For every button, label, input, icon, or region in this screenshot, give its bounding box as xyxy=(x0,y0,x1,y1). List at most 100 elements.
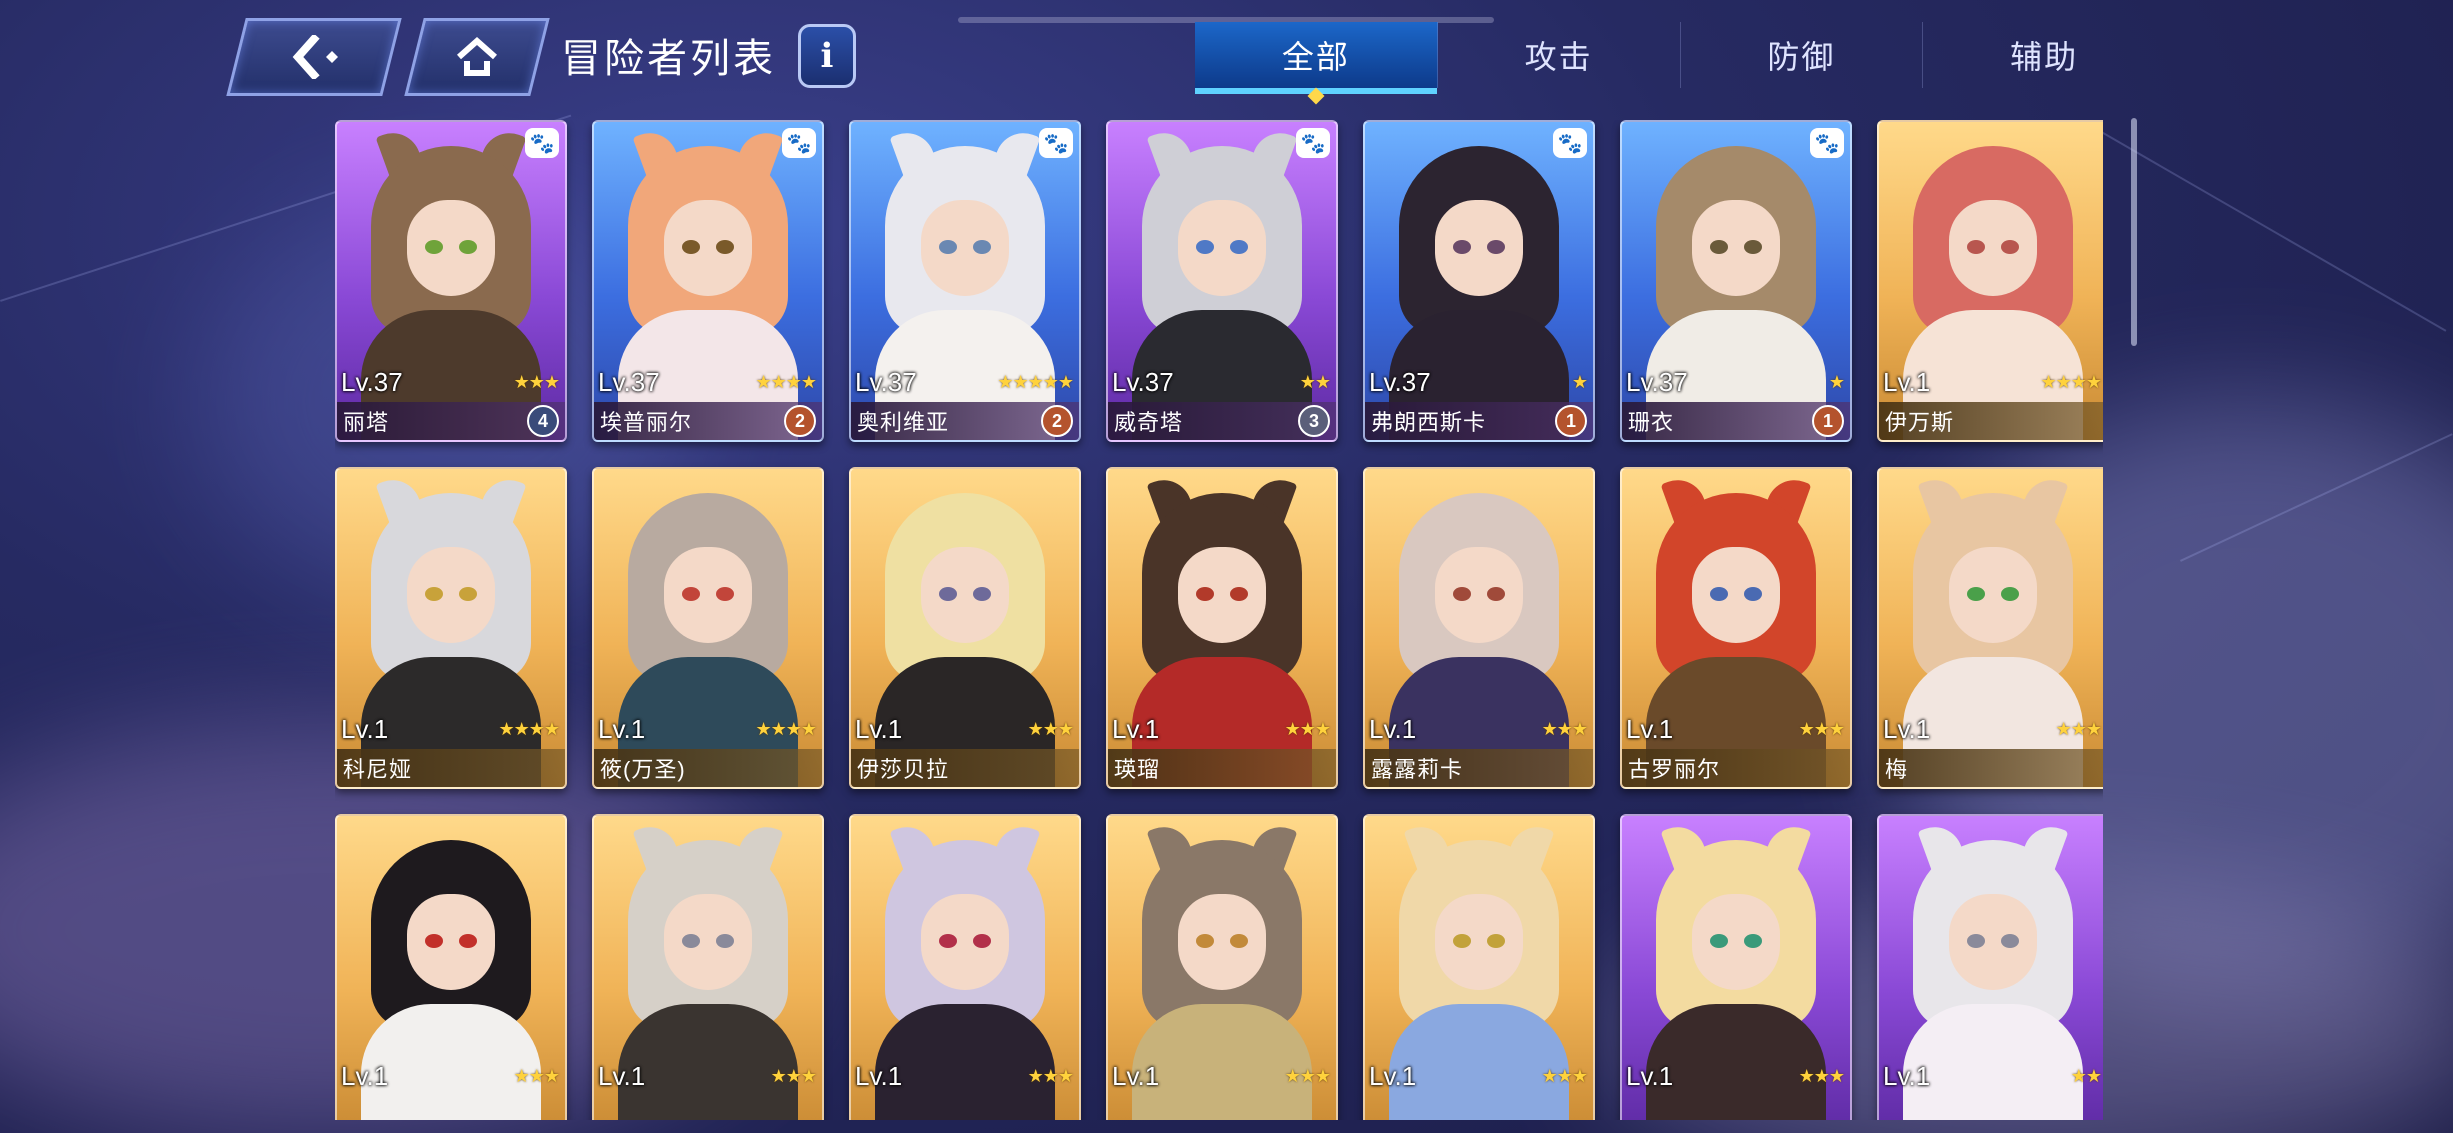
star-rating: ★★ xyxy=(2070,1065,2102,1086)
adventurer-card[interactable]: Lv.1 ★★★ 梅 xyxy=(1877,467,2103,789)
adventurer-name: 珊衣 xyxy=(1628,410,1675,435)
level-label: Lv.1 xyxy=(1883,713,1931,744)
card-info: Lv.1 ★★★ 露露莉卡 xyxy=(1365,709,1593,787)
tab-label: 攻击 xyxy=(1524,39,1593,75)
star-rating: ★★★★ xyxy=(2040,371,2102,392)
level-label: Lv.37 xyxy=(855,366,917,397)
card-info: Lv.1 ★★★ xyxy=(337,1056,565,1120)
adventurer-card[interactable]: Lv.1 ★★★★ 筱(万圣) xyxy=(592,467,824,789)
card-info: Lv.1 ★★★★ 筱(万圣) xyxy=(594,709,822,787)
tab-support[interactable]: 辅助 xyxy=(1923,22,2165,88)
level-label: Lv.1 xyxy=(855,1060,903,1091)
adventurer-card[interactable]: Lv.1 ★★★★ 科尼娅 xyxy=(335,467,567,789)
adventurer-card[interactable]: Lv.1 ★★★ xyxy=(335,814,567,1120)
adventurer-card[interactable]: 🐾 Lv.37 ★★★★ 埃普丽尔 2 xyxy=(592,120,824,442)
card-info: Lv.1 ★★★ xyxy=(1365,1056,1593,1120)
star-rating: ★★★★ xyxy=(755,718,817,739)
adventurer-card[interactable]: Lv.1 ★★★ xyxy=(849,814,1081,1120)
adventurer-card[interactable]: Lv.1 ★★★ xyxy=(592,814,824,1120)
star-rating: ★★★ xyxy=(513,1065,560,1086)
adventurer-grid: 🐾 Lv.37 ★★★ 丽塔 4 🐾 Lv.37 ★★★★ 埃普丽尔 2 🐾 Lv.37 ★★★★★ 奥利… xyxy=(335,120,2103,1120)
adventurer-card[interactable]: Lv.1 ★★★ xyxy=(1106,814,1338,1120)
adventurer-name: 弗朗西斯卡 xyxy=(1371,410,1487,435)
adventurer-name: 奥利维亚 xyxy=(857,410,950,435)
card-info: Lv.1 ★★★ xyxy=(1622,1056,1850,1120)
paw-print-icon: 🐾 xyxy=(782,128,816,158)
level-label: Lv.1 xyxy=(598,713,646,744)
adventurer-card[interactable]: 🐾 Lv.37 ★★ 威奇塔 3 xyxy=(1106,120,1338,442)
level-label: Lv.1 xyxy=(1883,366,1931,397)
tab-defense[interactable]: 防御 xyxy=(1681,22,1924,88)
filter-tabs: 全部 攻击 防御 辅助 xyxy=(1195,22,2165,94)
adventurer-card[interactable]: Lv.1 ★★★ 伊莎贝拉 xyxy=(849,467,1081,789)
adventurer-card[interactable]: Lv.1 ★★ xyxy=(1877,814,2103,1120)
star-rating: ★★★ xyxy=(513,371,560,392)
card-info: Lv.37 ★ 弗朗西斯卡 1 xyxy=(1365,362,1593,440)
adventurer-card[interactable]: 🐾 Lv.37 ★★★ 丽塔 4 xyxy=(335,120,567,442)
name-bar: 奥利维亚 2 xyxy=(851,402,1079,440)
star-rating: ★★★ xyxy=(1798,718,1845,739)
card-info: Lv.1 ★★★ 梅 xyxy=(1879,709,2103,787)
adventurer-name: 威奇塔 xyxy=(1114,410,1184,435)
paw-print-icon: 🐾 xyxy=(1039,128,1073,158)
star-rating: ★★★ xyxy=(1027,1065,1074,1086)
adventurer-card[interactable]: Lv.1 ★★★ 古罗丽尔 xyxy=(1620,467,1852,789)
star-rating: ★★★ xyxy=(770,1065,817,1086)
level-label: Lv.1 xyxy=(341,713,389,744)
star-rating: ★★★ xyxy=(1027,718,1074,739)
tab-all[interactable]: 全部 xyxy=(1195,22,1438,94)
count-badge: 1 xyxy=(1555,405,1587,437)
card-info: Lv.37 ★★★ 丽塔 4 xyxy=(337,362,565,440)
star-rating: ★★★★ xyxy=(755,371,817,392)
star-rating: ★ xyxy=(1571,371,1588,392)
adventurer-name: 古罗丽尔 xyxy=(1628,757,1721,782)
adventurer-card[interactable]: Lv.1 ★★★ 露露莉卡 xyxy=(1363,467,1595,789)
name-bar: 古罗丽尔 xyxy=(1622,749,1850,787)
adventurer-card[interactable]: Lv.1 ★★★ xyxy=(1620,814,1852,1120)
paw-print-icon: 🐾 xyxy=(1296,128,1330,158)
star-rating: ★★★ xyxy=(1284,1065,1331,1086)
adventurer-card[interactable]: 🐾 Lv.37 ★★★★★ 奥利维亚 2 xyxy=(849,120,1081,442)
list-scrollbar[interactable] xyxy=(2131,118,2137,346)
adventurer-card[interactable]: 🐾 Lv.37 ★ 弗朗西斯卡 1 xyxy=(1363,120,1595,442)
star-rating: ★★★ xyxy=(1541,1065,1588,1086)
level-label: Lv.37 xyxy=(1112,366,1174,397)
adventurer-card[interactable]: 🐾 Lv.37 ★ 珊衣 1 xyxy=(1620,120,1852,442)
level-label: Lv.1 xyxy=(1369,713,1417,744)
star-rating: ★ xyxy=(1828,371,1845,392)
top-bar: 冒险者列表 i 全部 攻击 防御 辅助 xyxy=(0,0,2453,110)
info-icon: i xyxy=(820,36,834,76)
info-button[interactable]: i xyxy=(798,24,856,88)
star-rating: ★★ xyxy=(1299,371,1331,392)
adventurer-name: 梅 xyxy=(1885,757,1909,782)
card-info: Lv.1 ★★ xyxy=(1879,1056,2103,1120)
card-info: Lv.37 ★★★★★ 奥利维亚 2 xyxy=(851,362,1079,440)
name-bar: 瑛瑠 xyxy=(1108,749,1336,787)
tab-label: 辅助 xyxy=(2010,39,2079,75)
count-badge: 4 xyxy=(527,405,559,437)
adventurer-name: 伊莎贝拉 xyxy=(857,757,950,782)
card-info: Lv.1 ★★★ xyxy=(594,1056,822,1120)
star-rating: ★★★ xyxy=(1284,718,1331,739)
name-bar: 丽塔 4 xyxy=(337,402,565,440)
level-label: Lv.1 xyxy=(1626,713,1674,744)
level-label: Lv.1 xyxy=(598,1060,646,1091)
adventurer-name: 科尼娅 xyxy=(343,757,413,782)
back-button[interactable] xyxy=(226,18,402,96)
paw-print-icon: 🐾 xyxy=(525,128,559,158)
name-bar: 伊万斯 xyxy=(1879,402,2103,440)
adventurer-card[interactable]: Lv.1 ★★★ xyxy=(1363,814,1595,1120)
adventurer-card[interactable]: Lv.1 ★★★★ 伊万斯 xyxy=(1877,120,2103,442)
tab-attack[interactable]: 攻击 xyxy=(1438,22,1681,88)
level-label: Lv.1 xyxy=(855,713,903,744)
tab-label: 全部 xyxy=(1281,39,1350,75)
home-button[interactable] xyxy=(404,18,550,96)
card-info: Lv.37 ★★★★ 埃普丽尔 2 xyxy=(594,362,822,440)
name-bar: 梅 xyxy=(1879,749,2103,787)
card-info: Lv.1 ★★★ 伊莎贝拉 xyxy=(851,709,1079,787)
back-arrow-icon xyxy=(284,35,344,79)
star-rating: ★★★ xyxy=(1798,1065,1845,1086)
name-bar: 科尼娅 xyxy=(337,749,565,787)
adventurer-card[interactable]: Lv.1 ★★★ 瑛瑠 xyxy=(1106,467,1338,789)
name-bar: 弗朗西斯卡 1 xyxy=(1365,402,1593,440)
